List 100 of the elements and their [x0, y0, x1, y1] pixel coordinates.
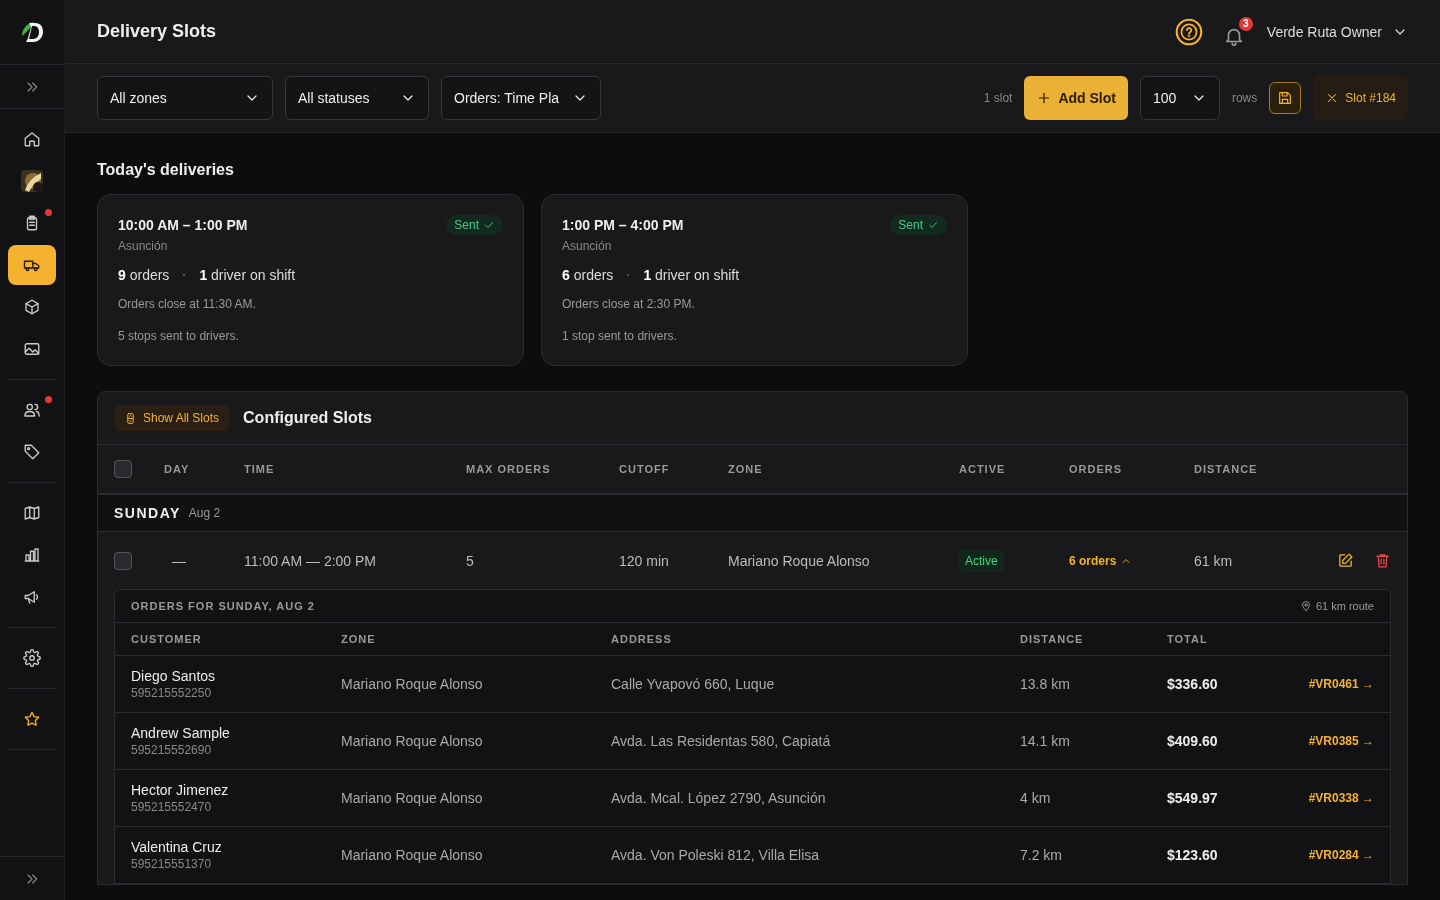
zone-label: Asunción [118, 239, 169, 253]
column-header: DISTANCE [1020, 633, 1085, 645]
customer-name: Valentina Cruz [131, 839, 223, 855]
table-cell-text: 4 km [1020, 790, 1052, 806]
help-icon [1174, 17, 1203, 46]
table-cell-text: 120 min [619, 552, 670, 569]
notifications-button[interactable]: 3 [1222, 16, 1253, 47]
save-button[interactable] [1269, 82, 1302, 114]
add-slot-button[interactable]: Add Slot [1024, 76, 1128, 120]
rows-select[interactable]: 100 [1139, 76, 1220, 120]
table-cell-text: Mariano Roque Alonso [341, 847, 484, 863]
select-all-checkbox[interactable] [114, 460, 132, 478]
active-badge: Active [959, 549, 1004, 572]
edit-button[interactable] [1337, 552, 1354, 569]
column-header: ZONE [341, 633, 377, 645]
filter-select[interactable]: All statuses [285, 76, 429, 120]
save-icon [1277, 90, 1294, 106]
column-header: CUSTOMER [131, 633, 203, 645]
stops-note: 5 stops sent to drivers. [118, 329, 240, 343]
edit-icon [1337, 552, 1354, 569]
table-cell-text: 7.2 km [1020, 847, 1063, 863]
status-badge: Sent [890, 215, 947, 235]
column-header: ORDERS [1069, 463, 1124, 475]
drivers-count: 1 driver on shift [199, 267, 296, 283]
customer-phone: 595215551370 [131, 857, 213, 871]
orders-title: ORDERS FOR SUNDAY, AUG 2 [131, 600, 315, 612]
table-cell-text: Mariano Roque Alonso [341, 733, 484, 749]
slot-time: 10:00 AM – 1:00 PM [118, 217, 248, 233]
delete-button[interactable] [1374, 552, 1391, 569]
filter-select[interactable]: Orders: Time Pla [441, 76, 601, 120]
panel-title: Configured Slots [243, 409, 372, 427]
notification-dot [45, 209, 52, 216]
trash-icon [1374, 552, 1391, 569]
filter-select[interactable]: All zones [97, 76, 273, 120]
section-title: Today's deliveries [97, 161, 235, 179]
stops-note: 1 stop sent to drivers. [562, 329, 678, 343]
map-icon [23, 504, 41, 522]
customer-name: Hector Jimenez [131, 782, 230, 798]
users-icon [23, 401, 41, 419]
table-cell-text: 11:00 AM — 2:00 PM [244, 552, 378, 569]
help-button[interactable] [1174, 17, 1203, 46]
order-link[interactable]: #VR0338 → [1308, 791, 1374, 805]
orders-count: 9 orders [118, 267, 170, 283]
tag-icon [23, 443, 41, 461]
day-heading: SUNDAY [114, 505, 181, 521]
column-header: TIME [244, 463, 276, 475]
star-icon [23, 710, 41, 728]
toggle-icon [124, 411, 137, 425]
status-badge: Sent [446, 215, 503, 235]
route-distance: 61 km route [1299, 600, 1374, 612]
show-all-slots-button[interactable]: Show All Slots [114, 405, 230, 431]
table-cell-text: Mariano Roque Alonso [341, 676, 484, 692]
table-cell-text: Calle Yvapovó 660, Luque [611, 676, 776, 692]
column-header: ADDRESS [611, 633, 673, 645]
orders-toggle[interactable]: 6 orders [1069, 553, 1133, 568]
column-header: MAX ORDERS [466, 463, 552, 475]
image-icon [23, 340, 41, 358]
table-cell-text: $549.97 [1167, 790, 1219, 806]
table-cell-text: 5 [466, 552, 475, 569]
table-cell-text: Avda. Von Poleski 812, Villa Elisa [611, 847, 821, 863]
table-cell-text: Mariano Roque Alonso [728, 552, 871, 569]
table-cell-text: $123.60 [1167, 847, 1219, 863]
table-cell-text: $336.60 [1167, 676, 1219, 692]
table-cell-text: — [171, 552, 187, 569]
column-header: DAY [164, 463, 191, 475]
slot-filter-chip[interactable]: Slot #184 [1313, 76, 1408, 120]
customer-name: Diego Santos [131, 668, 217, 684]
order-link[interactable]: #VR0284 → [1308, 848, 1374, 862]
table-cell-text: $409.60 [1167, 733, 1219, 749]
megaphone-icon [23, 588, 41, 606]
slot-count: 1 slot [983, 91, 1013, 105]
table-cell-text: Mariano Roque Alonso [341, 790, 484, 806]
check-icon [483, 219, 495, 231]
box-icon [23, 298, 41, 316]
zone-label: Asunción [562, 239, 613, 253]
order-link[interactable]: #VR0461 → [1308, 677, 1374, 691]
notification-dot [45, 396, 52, 403]
notification-badge: 3 [1238, 16, 1253, 31]
slot-time: 1:00 PM – 4:00 PM [562, 217, 684, 233]
customer-phone: 595215552470 [131, 800, 213, 814]
table-cell-text: 13.8 km [1020, 676, 1071, 692]
home-icon [23, 130, 41, 148]
cutoff-note: Orders close at 11:30 AM. [118, 297, 257, 311]
table-cell-text: 14.1 km [1020, 733, 1071, 749]
orders-count: 6 orders [562, 267, 614, 283]
column-header: ZONE [728, 463, 764, 475]
column-header: ACTIVE [959, 463, 1007, 475]
column-header: TOTAL [1167, 633, 1209, 645]
day-date: Aug 2 [188, 506, 221, 520]
user-menu[interactable]: Verde Ruta Owner [1266, 23, 1408, 40]
customer-phone: 595215552690 [131, 743, 213, 757]
customer-name: Andrew Sample [131, 725, 231, 741]
table-cell-text: Avda. Las Residentas 580, Capiatá [611, 733, 832, 749]
customer-phone: 595215552250 [131, 686, 213, 700]
nav-item[interactable] [8, 245, 56, 285]
row-checkbox[interactable] [114, 551, 132, 570]
location-icon [1299, 600, 1312, 612]
logo-icon [19, 19, 45, 45]
page-title: Delivery Slots [97, 21, 218, 42]
order-link[interactable]: #VR0385 → [1308, 734, 1374, 748]
